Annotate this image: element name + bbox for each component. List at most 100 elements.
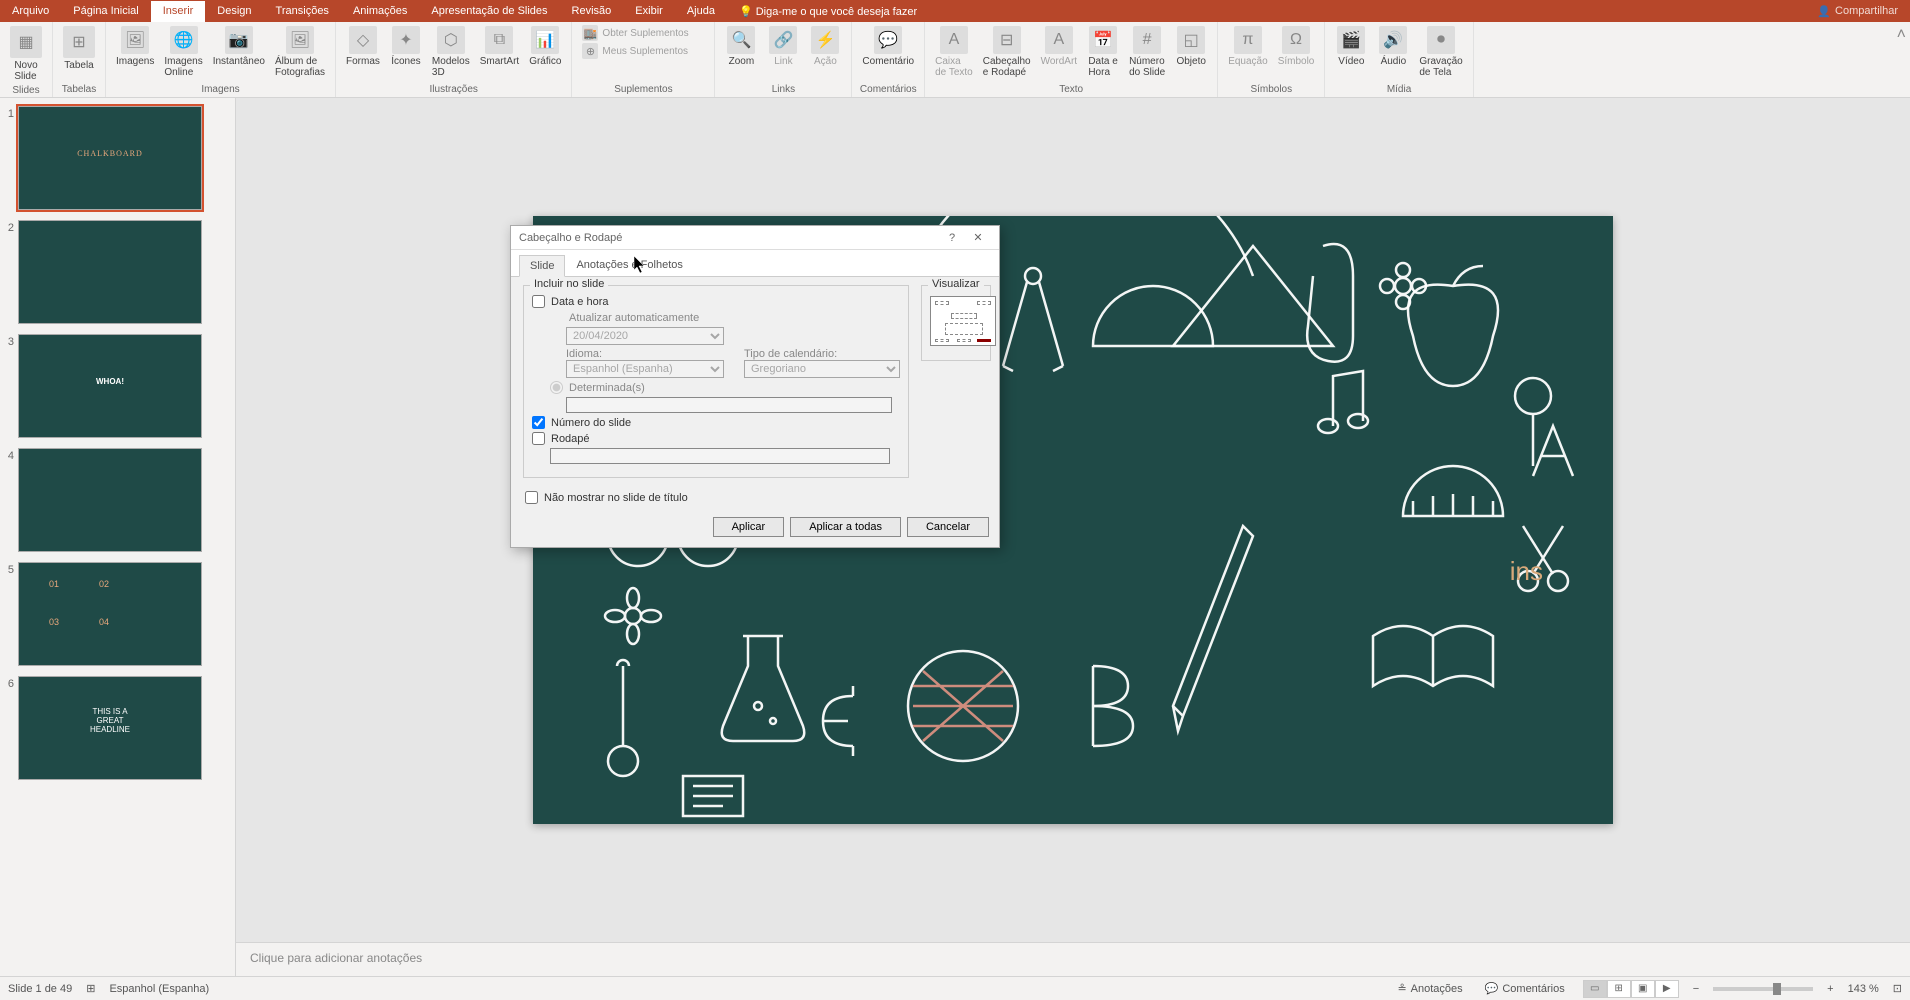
status-language[interactable]: Espanhol (Espanha) bbox=[109, 983, 209, 995]
header-footer-button[interactable]: ⊟Cabeçalho e Rodapé bbox=[979, 24, 1035, 80]
action-button[interactable]: ⚡Ação bbox=[805, 24, 845, 69]
notes-pane[interactable]: Clique para adicionar anotações bbox=[236, 942, 1910, 976]
thumbnail-5[interactable]: 01 02 03 04 bbox=[18, 562, 202, 666]
my-addins-button[interactable]: ⊕Meus Suplementos bbox=[578, 42, 708, 60]
date-time-checkbox[interactable] bbox=[532, 295, 545, 308]
thumbnail-1[interactable]: CHALKBOARD bbox=[18, 106, 202, 210]
notes-button[interactable]: ≗ Anotações bbox=[1393, 980, 1466, 997]
thumb-row-1[interactable]: 1 CHALKBOARD bbox=[4, 106, 231, 210]
tab-design[interactable]: Design bbox=[205, 1, 263, 22]
dont-show-title-checkbox[interactable] bbox=[525, 491, 538, 504]
symbol-button[interactable]: ΩSímbolo bbox=[1274, 24, 1319, 69]
wordart-button[interactable]: AWordArt bbox=[1037, 24, 1082, 69]
comment-button[interactable]: 💬Comentário bbox=[858, 24, 918, 69]
accessibility-icon[interactable]: ⊞ bbox=[86, 982, 95, 995]
calendar-type-select[interactable]: Gregoriano bbox=[744, 360, 900, 378]
label: Formas bbox=[346, 56, 380, 67]
cancel-button[interactable]: Cancelar bbox=[907, 517, 989, 537]
dialog-help-button[interactable]: ? bbox=[939, 232, 965, 244]
icons-button[interactable]: ✦Ícones bbox=[386, 24, 426, 69]
online-images-button[interactable]: 🌐Imagens Online bbox=[160, 24, 206, 80]
zoom-in-button[interactable]: + bbox=[1827, 983, 1833, 995]
fixed-date-input[interactable] bbox=[566, 397, 892, 413]
thumb-row-3[interactable]: 3 WHOA! bbox=[4, 334, 231, 438]
tab-arquivo[interactable]: Arquivo bbox=[0, 1, 61, 22]
thumb-row-6[interactable]: 6 THIS IS A GREAT HEADLINE bbox=[4, 676, 231, 780]
apply-button[interactable]: Aplicar bbox=[713, 517, 785, 537]
reading-view-button[interactable]: ▣ bbox=[1631, 980, 1655, 998]
screenshot-icon: 📷 bbox=[225, 26, 253, 54]
new-slide-icon: ▦ bbox=[10, 26, 42, 58]
slideshow-view-button[interactable]: ▶ bbox=[1655, 980, 1679, 998]
thumbnail-6[interactable]: THIS IS A GREAT HEADLINE bbox=[18, 676, 202, 780]
models3d-button[interactable]: ⬡Modelos 3D bbox=[428, 24, 474, 80]
datetime-button[interactable]: 📅Data e Hora bbox=[1083, 24, 1123, 80]
tab-ajuda[interactable]: Ajuda bbox=[675, 1, 727, 22]
tab-pagina-inicial[interactable]: Página Inicial bbox=[61, 1, 150, 22]
tab-exibir[interactable]: Exibir bbox=[623, 1, 675, 22]
language-select[interactable]: Espanhol (Espanha) bbox=[566, 360, 724, 378]
label: Caixa de Texto bbox=[935, 56, 973, 78]
tab-revisao[interactable]: Revisão bbox=[560, 1, 624, 22]
new-slide-button[interactable]: ▦Novo Slide bbox=[6, 24, 46, 84]
sorter-view-button[interactable]: ⊞ bbox=[1607, 980, 1631, 998]
tab-inserir[interactable]: Inserir bbox=[151, 1, 206, 22]
zoom-button[interactable]: 🔍Zoom bbox=[721, 24, 761, 69]
shapes-button[interactable]: ◇Formas bbox=[342, 24, 384, 69]
slide-number-button[interactable]: #Número do Slide bbox=[1125, 24, 1169, 80]
chart-button[interactable]: 📊Gráfico bbox=[525, 24, 565, 69]
zoom-value[interactable]: 143 % bbox=[1848, 983, 1879, 995]
slide-thumbnail-panel[interactable]: 1 CHALKBOARD 2 3 WHOA! 4 5 01 02 03 04 6… bbox=[0, 98, 236, 976]
tab-apresentacao[interactable]: Apresentação de Slides bbox=[419, 1, 559, 22]
ribbon-tabs: Arquivo Página Inicial Inserir Design Tr… bbox=[0, 1, 929, 22]
smartart-button[interactable]: ⧉SmartArt bbox=[476, 24, 523, 69]
comments-button[interactable]: 💬 Comentários bbox=[1481, 980, 1569, 997]
tellme[interactable]: 💡 Diga-me o que você deseja fazer bbox=[727, 1, 929, 22]
date-format-select[interactable]: 20/04/2020 bbox=[566, 327, 724, 345]
group-label: Texto bbox=[1059, 83, 1083, 97]
screen-record-button[interactable]: ⏺Gravação de Tela bbox=[1415, 24, 1466, 80]
thumb-row-2[interactable]: 2 bbox=[4, 220, 231, 324]
thumbnail-3[interactable]: WHOA! bbox=[18, 334, 202, 438]
collapse-ribbon-button[interactable]: ˄ bbox=[1893, 22, 1910, 97]
thumb-row-4[interactable]: 4 bbox=[4, 448, 231, 552]
slide-canvas[interactable]: ins bbox=[236, 98, 1910, 942]
equation-button[interactable]: πEquação bbox=[1224, 24, 1271, 69]
zoom-slider[interactable] bbox=[1713, 987, 1813, 991]
audio-button[interactable]: 🔊Áudio bbox=[1373, 24, 1413, 69]
normal-view-button[interactable]: ▭ bbox=[1583, 980, 1607, 998]
slide-number-checkbox[interactable] bbox=[532, 416, 545, 429]
dialog-titlebar[interactable]: Cabeçalho e Rodapé ? ✕ bbox=[511, 226, 999, 250]
footer-text-input[interactable] bbox=[550, 448, 890, 464]
thumb-number: 1 bbox=[4, 106, 18, 120]
dialog-tab-slide[interactable]: Slide bbox=[519, 255, 565, 277]
video-button[interactable]: 🎬Vídeo bbox=[1331, 24, 1371, 69]
tab-transicoes[interactable]: Transições bbox=[264, 1, 341, 22]
photo-album-button[interactable]: 🖼Álbum de Fotografias bbox=[271, 24, 329, 80]
zoom-out-button[interactable]: − bbox=[1693, 983, 1699, 995]
group-label: Slides bbox=[12, 84, 39, 98]
footer-checkbox[interactable] bbox=[532, 432, 545, 445]
thumb-row-5[interactable]: 5 01 02 03 04 bbox=[4, 562, 231, 666]
zoom-handle[interactable] bbox=[1773, 983, 1781, 995]
fit-window-button[interactable]: ⊡ bbox=[1893, 982, 1902, 995]
thumb-number: 3 bbox=[4, 334, 18, 348]
dialog-tab-notes[interactable]: Anotações e Folhetos bbox=[565, 254, 693, 276]
preview-fieldset: Visualizar bbox=[921, 285, 991, 361]
thumbnail-2[interactable] bbox=[18, 220, 202, 324]
label: Instantâneo bbox=[213, 56, 265, 67]
apply-all-button[interactable]: Aplicar a todas bbox=[790, 517, 901, 537]
screenshot-button[interactable]: 📷 Instantâneo bbox=[209, 24, 269, 69]
link-button[interactable]: 🔗Link bbox=[763, 24, 803, 69]
get-addins-button[interactable]: 🏬Obter Suplementos bbox=[578, 24, 708, 42]
dialog-close-button[interactable]: ✕ bbox=[965, 231, 991, 244]
tab-animacoes[interactable]: Animações bbox=[341, 1, 419, 22]
object-button[interactable]: ◱Objeto bbox=[1171, 24, 1211, 69]
textbox-button[interactable]: ACaixa de Texto bbox=[931, 24, 977, 80]
images-button[interactable]: 🖼Imagens bbox=[112, 24, 158, 69]
group-tabelas: ⊞Tabela Tabelas bbox=[53, 22, 106, 97]
table-button[interactable]: ⊞Tabela bbox=[59, 24, 99, 73]
share-button[interactable]: 👤 Compartilhar bbox=[1805, 1, 1910, 22]
fixed-radio[interactable] bbox=[550, 381, 563, 394]
thumbnail-4[interactable] bbox=[18, 448, 202, 552]
